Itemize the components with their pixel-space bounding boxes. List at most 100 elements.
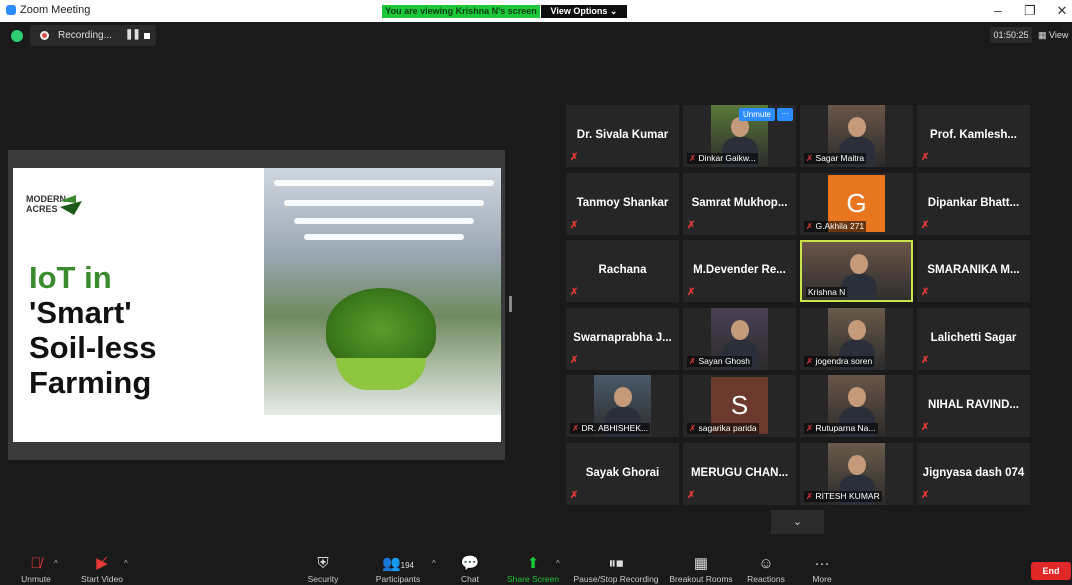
participant-tile[interactable]: Dipankar Bhatt... ✗	[917, 172, 1030, 235]
participant-caption: ✗ DR. ABHISHEK...	[570, 423, 651, 434]
person-silhouette	[847, 387, 866, 407]
person-silhouette	[849, 254, 868, 274]
chat-button[interactable]: 💬 Chat	[452, 555, 488, 584]
more-button[interactable]: ··· More	[806, 555, 838, 584]
participant-tile[interactable]: ✗ RITESH KUMAR	[800, 442, 913, 505]
more-options-popup-button[interactable]: ···	[777, 108, 793, 121]
reactions-button[interactable]: ☺ Reactions	[744, 555, 788, 584]
muted-mic-icon: ✗	[687, 489, 696, 501]
participant-tile[interactable]: SMARANIKA M... ✗	[917, 240, 1030, 302]
breakout-rooms-button[interactable]: ▦ Breakout Rooms	[668, 555, 734, 584]
participant-name: Dinkar Gaikw...	[698, 153, 756, 163]
participant-tile[interactable]: Swarnaprabha J... ✗	[566, 307, 679, 370]
share-options-caret-icon[interactable]: ^	[556, 559, 560, 568]
participant-name: RITESH KUMAR	[815, 490, 880, 501]
view-options-button[interactable]: View Options ⌄	[541, 5, 627, 18]
muted-mic-icon: ✗	[570, 489, 579, 501]
pause-stop-icon: ⏸⏹	[608, 555, 624, 572]
muted-mic-icon: ✗	[570, 354, 579, 366]
participants-icon: 👥194	[381, 555, 415, 572]
reactions-icon: ☺	[758, 555, 774, 572]
chat-label: Chat	[461, 574, 479, 584]
security-label: Security	[307, 574, 339, 584]
end-meeting-button[interactable]: End	[1031, 562, 1071, 580]
person-silhouette	[847, 454, 866, 475]
title-line-2: 'Smart'	[29, 295, 132, 330]
breakout-rooms-icon: ▦	[693, 555, 709, 572]
security-button[interactable]: ⛨ Security	[300, 555, 346, 584]
gallery-next-page-button[interactable]: ⌄	[771, 510, 824, 534]
participant-tile[interactable]: Rachana ✗	[566, 240, 679, 302]
participant-tile[interactable]: ✗ DR. ABHISHEK...	[566, 375, 679, 437]
restore-button[interactable]: ❐	[1020, 3, 1040, 19]
participant-tile[interactable]: ✗ Rutuparna Na...	[800, 375, 913, 437]
participant-caption: ✗ sagarika parida	[687, 423, 759, 434]
shield-icon: ⛨	[317, 555, 329, 572]
participant-tile[interactable]: ✗ Sayan Ghosh	[683, 307, 796, 370]
participant-name: Sagar Maitra	[815, 153, 865, 163]
participant-name: Jignyasa dash 074	[922, 466, 1025, 479]
participant-name: sagarika parida	[698, 423, 757, 433]
title-line-4: Farming	[29, 365, 152, 400]
app-title: Zoom Meeting	[6, 4, 90, 16]
participants-label: Participants	[375, 574, 421, 584]
minimize-button[interactable]: –	[988, 3, 1008, 18]
participant-caption: ✗ Sagar Maitra	[804, 153, 867, 164]
participant-name: Samrat Mukhop...	[691, 196, 788, 209]
person-silhouette	[730, 319, 749, 340]
participant-tile[interactable]: MERUGU CHAN... ✗	[683, 442, 796, 505]
muted-mic-icon: ✗	[570, 219, 579, 231]
participant-tile[interactable]: ✗ jogendra soren	[800, 307, 913, 370]
share-screen-button[interactable]: ⬆ Share Screen	[504, 555, 562, 584]
participant-tile[interactable]: Samrat Mukhop... ✗	[683, 172, 796, 235]
participant-name: Sayak Ghorai	[585, 466, 660, 479]
audio-options-caret-icon[interactable]: ^	[54, 559, 58, 568]
participant-name: SMARANIKA M...	[927, 264, 1020, 276]
participants-caret-icon[interactable]: ^	[432, 559, 436, 568]
meeting-timer: 01:50:25	[990, 27, 1032, 43]
participant-tile[interactable]: ✗ Sagar Maitra	[800, 105, 913, 167]
participant-tile[interactable]: Jignyasa dash 074 ✗	[917, 442, 1030, 505]
participant-tile[interactable]: Lalichetti Sagar ✗	[917, 307, 1030, 370]
unmute-popup-button[interactable]: Unmute	[739, 108, 775, 121]
stop-recording-icon[interactable]	[144, 33, 150, 39]
participant-tile[interactable]: Dr. Sivala Kumar ✗	[566, 105, 679, 167]
video-options-caret-icon[interactable]: ^	[124, 559, 128, 568]
close-button[interactable]: ✕	[1052, 3, 1072, 19]
participant-name: DR. ABHISHEK...	[581, 423, 649, 433]
participant-name: Krishna N	[808, 287, 846, 297]
participant-tile[interactable]: Krishna N	[800, 240, 913, 302]
participant-caption: ✗ Rutuparna Na...	[804, 423, 878, 434]
more-icon: ···	[814, 555, 830, 572]
participant-tile[interactable]: G ✗ G.Akhila 271	[800, 172, 913, 235]
participant-tile[interactable]: Tanmoy Shankar ✗	[566, 172, 679, 235]
participant-name: Rutuparna Na...	[815, 423, 876, 433]
person-silhouette	[613, 387, 632, 407]
meeting-toolbar: 🎙̸ Unmute ^ ▶̸ Start Video ^ ⛨ Security …	[0, 552, 1072, 585]
participant-tile[interactable]: NIHAL RAVIND... ✗	[917, 375, 1030, 437]
muted-mic-icon: ✗	[921, 354, 930, 366]
participant-tile[interactable]: Sayak Ghorai ✗	[566, 442, 679, 505]
title-bar: Zoom Meeting You are viewing Krishna N's…	[0, 0, 1072, 22]
split-divider-handle[interactable]	[509, 296, 512, 312]
participant-name: NIHAL RAVIND...	[928, 399, 1019, 411]
participant-tile[interactable]: M.Devender Re... ✗	[683, 240, 796, 302]
video-off-icon: ▶̸	[96, 555, 108, 572]
pause-stop-recording-button[interactable]: ⏸⏹ Pause/Stop Recording	[572, 555, 660, 584]
participant-tile[interactable]: S ✗ sagarika parida	[683, 375, 796, 437]
participant-name: Rachana	[598, 264, 647, 276]
unmute-button[interactable]: 🎙̸ Unmute	[16, 555, 56, 584]
gallery-grid: Dr. Sivala Kumar ✗ ✗ Dinkar Gaikw... ✗ Saga…	[566, 105, 1030, 509]
security-shield-icon[interactable]	[11, 30, 23, 42]
view-layout-button[interactable]: ▦ View	[1038, 27, 1072, 43]
participant-tile[interactable]: Prof. Kamlesh... ✗	[917, 105, 1030, 167]
participant-name: Sayan Ghosh	[698, 355, 750, 366]
grow-light	[284, 200, 484, 206]
muted-mic-icon: ✗	[921, 422, 930, 433]
muted-mic-icon: ✗	[921, 287, 930, 298]
start-video-button[interactable]: ▶̸ Start Video	[76, 555, 128, 584]
participants-button[interactable]: 👥194 Participants	[370, 555, 426, 584]
muted-mic-icon: 🎙̸	[30, 555, 42, 572]
pause-recording-icon[interactable]: ❚❚	[125, 29, 141, 40]
participants-count: 194	[400, 561, 415, 570]
